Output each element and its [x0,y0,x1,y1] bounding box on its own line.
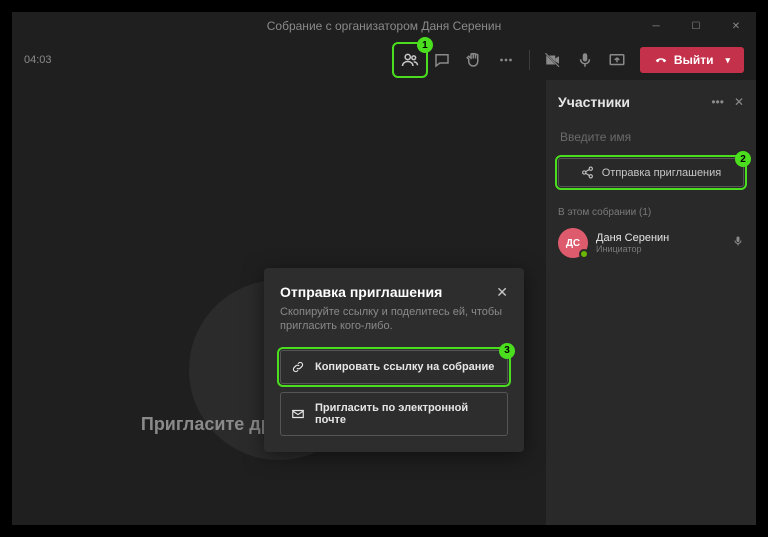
share-invite-dialog: Отправка приглашения ✕ Скопируйте ссылку… [264,268,524,452]
window-controls: ─ ☐ ✕ [636,12,756,40]
maximize-button[interactable]: ☐ [676,12,716,40]
dialog-close-button[interactable]: ✕ [496,284,508,301]
app-window: Собрание с организатором Даня Серенин ─ … [12,12,756,525]
camera-button[interactable] [538,45,568,75]
leave-label: Выйти [674,53,714,67]
step-badge-3: 3 [499,343,515,359]
share-icon [608,51,626,69]
participant-role: Инициатор [596,244,724,254]
share-invite-label: Отправка приглашения [602,167,722,179]
participant-info: Даня Серенин Инициатор [596,232,724,254]
leave-button[interactable]: Выйти ▾ [640,47,744,73]
participant-avatar: ДС [558,228,588,258]
participant-name: Даня Серенин [596,232,724,244]
share-invite-button[interactable]: Отправка приглашения 2 [558,158,744,187]
hangup-icon [654,53,668,67]
more-button[interactable] [491,45,521,75]
mic-button[interactable] [570,45,600,75]
email-invite-label: Пригласить по электронной почте [315,402,497,426]
copy-link-label: Копировать ссылку на собрание [315,361,494,373]
hand-icon [465,51,483,69]
share-link-icon [581,166,594,179]
toolbar-icons: 1 Выйти ▾ [395,45,744,75]
raise-hand-button[interactable] [459,45,489,75]
toolbar-divider [529,50,530,70]
email-invite-button[interactable]: Пригласить по электронной почте [280,392,508,436]
panel-title: Участники [558,94,711,110]
meeting-timer: 04:03 [24,54,52,66]
panel-more-icon[interactable]: ••• [711,95,724,109]
presence-available-icon [579,249,589,259]
link-icon [291,360,305,374]
in-meeting-label: В этом собрании (1) [558,207,744,218]
step-badge-1: 1 [417,37,433,53]
participant-search-input[interactable] [558,124,744,150]
chevron-down-icon: ▾ [725,55,730,66]
mic-icon [576,51,594,69]
titlebar: Собрание с организатором Даня Серенин ─ … [12,12,756,40]
window-title: Собрание с организатором Даня Серенин [267,19,501,33]
ellipsis-icon [497,51,515,69]
chat-icon [433,51,451,69]
participant-mic-icon [732,234,744,252]
meeting-toolbar: 04:03 1 [12,40,756,80]
dialog-subtitle: Скопируйте ссылку и поделитесь ей, чтобы… [280,305,508,334]
step-badge-2: 2 [735,151,751,167]
camera-off-icon [544,51,562,69]
mail-icon [291,407,305,421]
panel-close-icon[interactable]: ✕ [734,95,744,109]
dialog-title: Отправка приглашения [280,284,496,300]
participant-row[interactable]: ДС Даня Серенин Инициатор [558,228,744,258]
close-window-button[interactable]: ✕ [716,12,756,40]
copy-link-button[interactable]: Копировать ссылку на собрание 3 [280,350,508,384]
participants-button[interactable]: 1 [395,45,425,75]
minimize-button[interactable]: ─ [636,12,676,40]
people-icon [401,51,419,69]
share-screen-button[interactable] [602,45,632,75]
participant-initials: ДС [566,238,580,249]
participants-panel: Участники ••• ✕ Отправка приглашения 2 В… [546,80,756,525]
body-area: Пригласите других участников Участники •… [12,80,756,525]
panel-header: Участники ••• ✕ [558,94,744,110]
